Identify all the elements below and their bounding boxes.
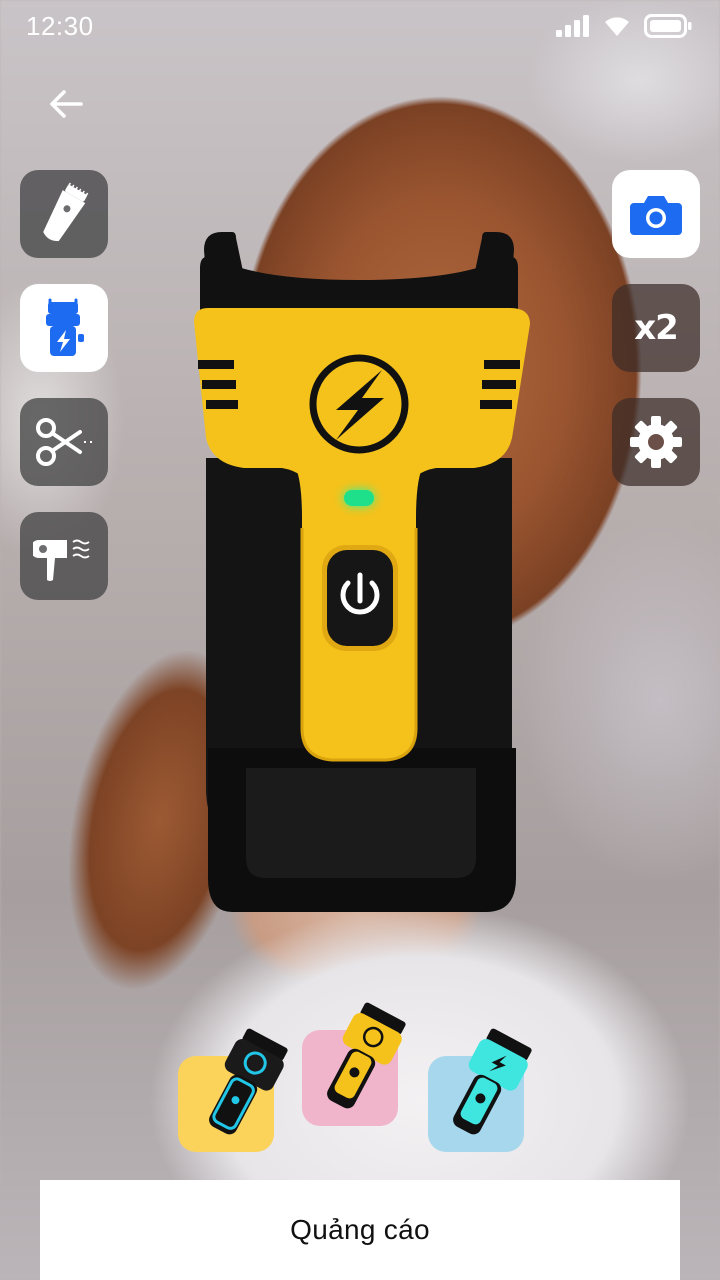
tool-scissors-button[interactable]: [20, 398, 108, 486]
ad-label: Quảng cáo: [290, 1214, 430, 1245]
camera-icon: [630, 196, 682, 235]
power-button[interactable]: [322, 545, 398, 651]
multiplier-label: x2: [634, 308, 679, 348]
skin-device-yellow: [327, 1002, 406, 1109]
skin-option-blue[interactable]: [178, 1028, 288, 1152]
hair-dryer-icon: [33, 539, 90, 581]
status-led: [344, 490, 374, 506]
multiplier-button[interactable]: x2: [612, 284, 700, 372]
skin-option-yellow[interactable]: [302, 1002, 406, 1126]
camera-button[interactable]: [612, 170, 700, 258]
ad-banner[interactable]: Quảng cáo: [40, 1180, 680, 1280]
skin-device-cyan: [453, 1028, 532, 1135]
settings-button[interactable]: [612, 398, 700, 486]
wifi-icon: [605, 17, 629, 36]
tool-hair-dryer-button[interactable]: [20, 512, 108, 600]
hair-trimmer-icon: [43, 182, 89, 242]
status-icons: [556, 14, 692, 38]
signal-icon: [556, 15, 589, 37]
skin-device-blue: [209, 1028, 288, 1135]
scissors-icon: [36, 418, 92, 466]
arrow-left-icon: [50, 90, 83, 118]
tool-trimmer-button[interactable]: [20, 170, 108, 258]
gear-icon: [630, 416, 682, 468]
taser-icon: [46, 298, 84, 356]
status-bar: 12:30: [0, 0, 720, 52]
status-time: 12:30: [26, 10, 94, 41]
back-button[interactable]: [36, 78, 96, 130]
tool-taser-button[interactable]: [20, 284, 108, 372]
battery-icon: [644, 14, 692, 38]
skin-option-cyan[interactable]: [428, 1028, 532, 1152]
